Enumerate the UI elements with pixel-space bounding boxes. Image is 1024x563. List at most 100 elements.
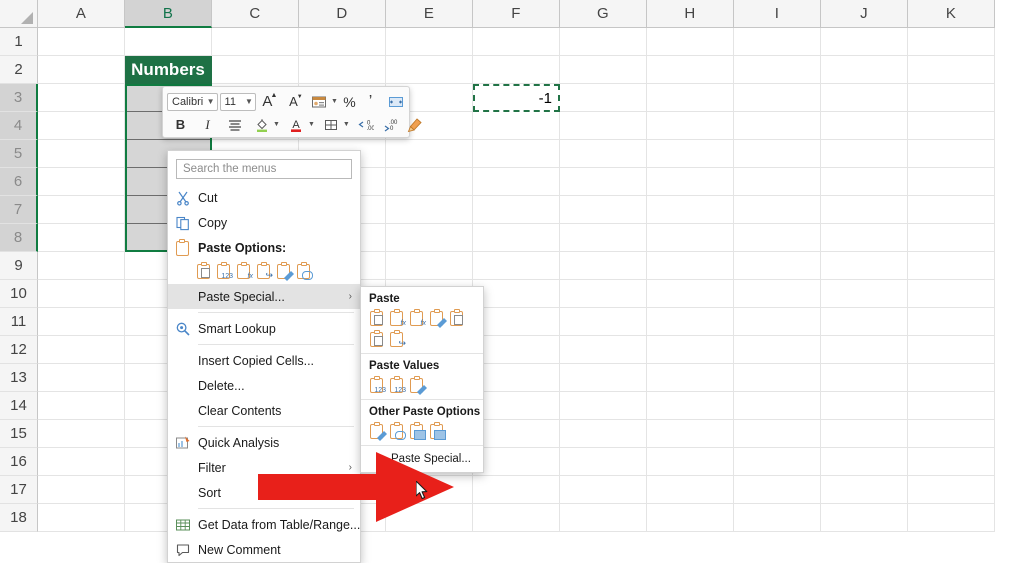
cell-A15[interactable] <box>38 420 125 448</box>
cell-J10[interactable] <box>821 280 908 308</box>
row-header-10[interactable]: 10 <box>0 280 38 308</box>
cell-J4[interactable] <box>821 112 908 140</box>
cell-J15[interactable] <box>821 420 908 448</box>
cell-I8[interactable] <box>734 224 821 252</box>
cell-J8[interactable] <box>821 224 908 252</box>
cell-G17[interactable] <box>560 476 647 504</box>
paste-special-submenu[interactable]: Paste fx fx ↪ Paste Values 123 123 Other Paste … <box>360 286 484 473</box>
row-header-17[interactable]: 17 <box>0 476 38 504</box>
cell-K17[interactable] <box>908 476 995 504</box>
cell-C1[interactable] <box>212 28 299 56</box>
cell-K14[interactable] <box>908 392 995 420</box>
cell-J9[interactable] <box>821 252 908 280</box>
spreadsheet-grid[interactable]: ABCDEFGHIJK 1 2 3 4 5 6 7 8 9 10 11 12 13 14 15 16 17 18 … <box>0 0 1024 536</box>
cell-G4[interactable] <box>560 112 647 140</box>
context-menu-item-copy[interactable]: Copy <box>168 210 360 235</box>
cell-B1[interactable] <box>125 28 212 56</box>
cell-G14[interactable] <box>560 392 647 420</box>
cell-I17[interactable] <box>734 476 821 504</box>
row-header-15[interactable]: 15 <box>0 420 38 448</box>
cell-G12[interactable] <box>560 336 647 364</box>
decrease-font-size-button[interactable]: A ▼ <box>284 92 303 112</box>
cell-H12[interactable] <box>647 336 734 364</box>
cell-E2[interactable] <box>386 56 473 84</box>
cell-I14[interactable] <box>734 392 821 420</box>
cell-I9[interactable] <box>734 252 821 280</box>
font-name-combo[interactable]: Calibri ▼ <box>167 92 218 111</box>
cell-H17[interactable] <box>647 476 734 504</box>
cell-F13[interactable] <box>473 364 560 392</box>
cell-G6[interactable] <box>560 168 647 196</box>
cell-D2[interactable] <box>299 56 386 84</box>
cell-I10[interactable] <box>734 280 821 308</box>
cell-F18[interactable] <box>473 504 560 532</box>
bold-button[interactable]: B <box>171 115 190 135</box>
cell-K1[interactable] <box>908 28 995 56</box>
column-header-I[interactable]: I <box>734 0 821 28</box>
cell-F7[interactable] <box>473 196 560 224</box>
cell-A3[interactable] <box>38 84 125 112</box>
cell-I12[interactable] <box>734 336 821 364</box>
font-size-combo[interactable]: 11 ▼ <box>219 92 256 111</box>
cell-F6[interactable] <box>473 168 560 196</box>
cell-H14[interactable] <box>647 392 734 420</box>
row-header-11[interactable]: 11 <box>0 308 38 336</box>
cell-J18[interactable] <box>821 504 908 532</box>
cell-G7[interactable] <box>560 196 647 224</box>
paste-values-number-formatting-icon[interactable]: 123 <box>389 376 406 394</box>
cell-A10[interactable] <box>38 280 125 308</box>
context-menu-item-quick-analysis[interactable]: Quick Analysis <box>168 430 360 455</box>
context-menu[interactable]: Search the menus Cut Copy Paste Options: 12… <box>167 150 361 563</box>
fill-color-button[interactable] <box>252 115 271 135</box>
cell-A1[interactable] <box>38 28 125 56</box>
paste-transpose-icon[interactable]: ↪ <box>256 262 273 280</box>
cell-J3[interactable] <box>821 84 908 112</box>
cell-C2[interactable] <box>212 56 299 84</box>
cell-F2[interactable] <box>473 56 560 84</box>
cell-H13[interactable] <box>647 364 734 392</box>
cell-I11[interactable] <box>734 308 821 336</box>
paste-values-icon[interactable]: 123 <box>216 262 233 280</box>
increase-decimal-button[interactable]: 0 .00 <box>357 115 376 135</box>
paste-formulas-icon[interactable]: fx <box>389 309 406 327</box>
format-painter-button[interactable] <box>406 115 425 135</box>
cell-J13[interactable] <box>821 364 908 392</box>
cell-H8[interactable] <box>647 224 734 252</box>
cell-A2[interactable] <box>38 56 125 84</box>
row-header-6[interactable]: 6 <box>0 168 38 196</box>
cell-F12[interactable] <box>473 336 560 364</box>
column-header-H[interactable]: H <box>647 0 734 28</box>
cell-A11[interactable] <box>38 308 125 336</box>
borders-dropdown-arrow[interactable]: ▼ <box>343 115 350 135</box>
cell-H10[interactable] <box>647 280 734 308</box>
cell-H2[interactable] <box>647 56 734 84</box>
cell-I13[interactable] <box>734 364 821 392</box>
cell-F5[interactable] <box>473 140 560 168</box>
cell-F15[interactable] <box>473 420 560 448</box>
cell-K2[interactable] <box>908 56 995 84</box>
cell-I5[interactable] <box>734 140 821 168</box>
cell-H5[interactable] <box>647 140 734 168</box>
cell-I1[interactable] <box>734 28 821 56</box>
search-input[interactable]: Search the menus <box>176 159 352 179</box>
align-button[interactable] <box>225 115 244 135</box>
cell-J11[interactable] <box>821 308 908 336</box>
comma-style-button[interactable]: ’ <box>361 92 380 112</box>
cell-K6[interactable] <box>908 168 995 196</box>
column-header-C[interactable]: C <box>212 0 299 28</box>
cell-I16[interactable] <box>734 448 821 476</box>
cell-F8[interactable] <box>473 224 560 252</box>
cell-I3[interactable] <box>734 84 821 112</box>
cell-H18[interactable] <box>647 504 734 532</box>
cell-K9[interactable] <box>908 252 995 280</box>
cell-E7[interactable] <box>386 196 473 224</box>
mini-toolbar[interactable]: Calibri ▼ 11 ▼ A ▲ A ▼ ▼ % ’ B I ▼ A ▼ ▼… <box>162 86 422 138</box>
context-menu-item-delete[interactable]: Delete... <box>168 373 360 398</box>
context-menu-item-clear-contents[interactable]: Clear Contents <box>168 398 360 423</box>
cell-A18[interactable] <box>38 504 125 532</box>
row-header-12[interactable]: 12 <box>0 336 38 364</box>
paste-values-source-formatting-icon[interactable] <box>409 376 427 395</box>
cell-A13[interactable] <box>38 364 125 392</box>
context-menu-item-paste-special[interactable]: Paste Special... › <box>168 284 360 309</box>
cell-G3[interactable] <box>560 84 647 112</box>
